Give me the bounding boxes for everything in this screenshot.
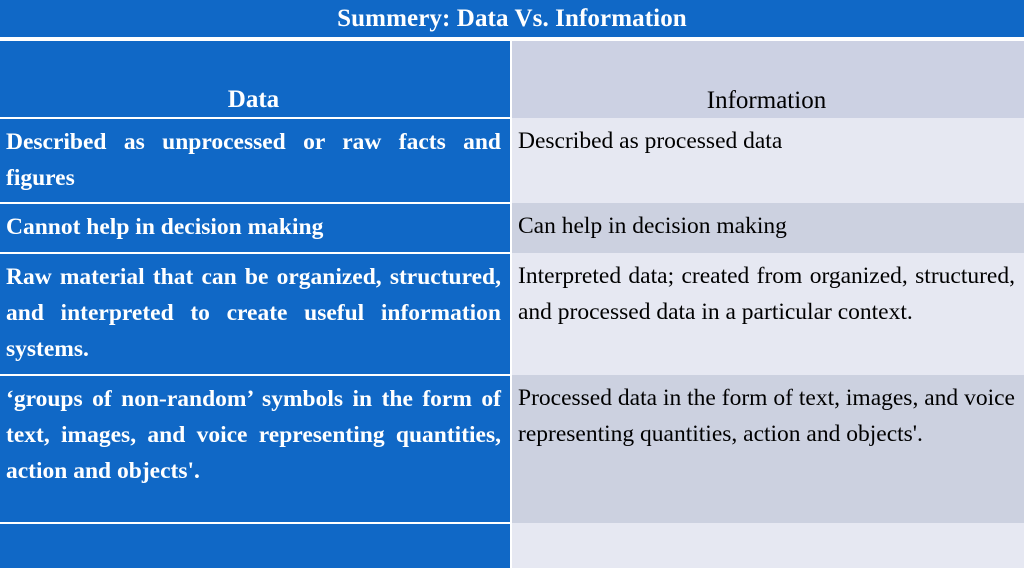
column-header-information-label: Information <box>706 87 827 114</box>
table-cell-text: Cannot help in decision making <box>6 214 324 241</box>
table-header-row: Data Information <box>0 41 1024 119</box>
table-cell-text: ‘groups of non-random’ symbols in the fo… <box>6 386 501 484</box>
table-cell-information: Processed data in the form of text, imag… <box>511 375 1024 524</box>
table-cell-information <box>511 523 1024 569</box>
table-row: Described as unprocessed or raw facts an… <box>0 118 1024 205</box>
table-row: ‘groups of non-random’ symbols in the fo… <box>0 375 1024 525</box>
table-cell-data: ‘groups of non-random’ symbols in the fo… <box>0 375 512 525</box>
page-title: Summery: Data Vs. Information <box>337 5 687 32</box>
table-cell-information: Interpreted data; created from organized… <box>511 253 1024 376</box>
table-cell-text: Interpreted data; created from organized… <box>518 263 1015 325</box>
table-row: Raw material that can be organized, stru… <box>0 253 1024 377</box>
table-cell-data: Raw material that can be organized, stru… <box>0 253 512 377</box>
table-cell-data <box>0 523 512 569</box>
column-header-data: Data <box>0 41 512 119</box>
table-row <box>0 523 1024 569</box>
table-cell-information: Described as processed data <box>511 118 1024 204</box>
table-cell-text: Can help in decision making <box>518 213 787 240</box>
table-cell-text: Described as processed data <box>518 128 783 154</box>
table-cell-text: Raw material that can be organized, stru… <box>6 264 501 362</box>
slide-title-bar: Summery: Data Vs. Information <box>0 0 1024 37</box>
table-row: Cannot help in decision making Can help … <box>0 203 1024 255</box>
column-header-data-label: Data <box>227 86 280 113</box>
column-header-information: Information <box>511 41 1024 118</box>
slide: Summery: Data Vs. Information Data Infor… <box>0 0 1024 576</box>
table-cell-information: Can help in decision making <box>511 203 1024 254</box>
table-cell-text: Described as unprocessed or raw facts an… <box>6 129 501 191</box>
table-cell-text: Processed data in the form of text, imag… <box>518 385 1015 447</box>
table-cell-data: Cannot help in decision making <box>0 203 512 255</box>
comparison-table: Data Information Described as unprocesse… <box>0 41 1024 569</box>
table-cell-data: Described as unprocessed or raw facts an… <box>0 118 512 205</box>
